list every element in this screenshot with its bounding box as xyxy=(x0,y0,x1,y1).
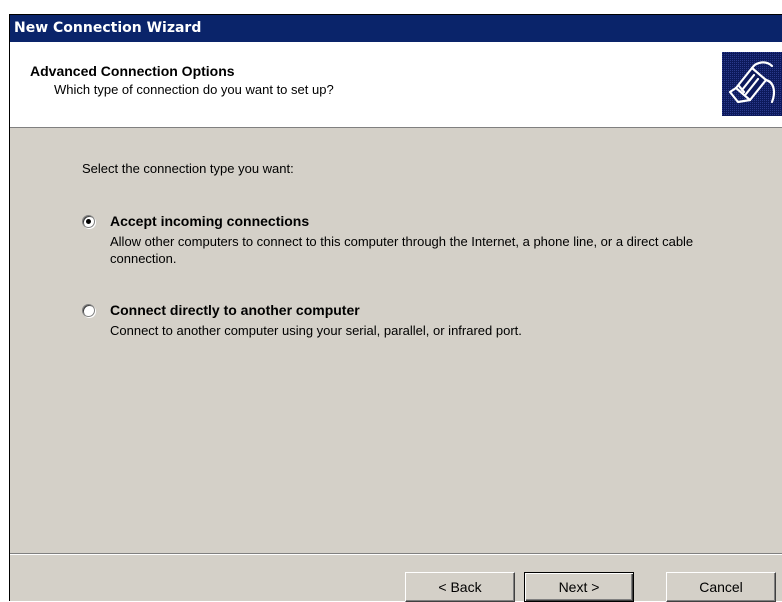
radio-connect-directly[interactable] xyxy=(82,304,95,317)
page-subtitle: Which type of connection do you want to … xyxy=(54,82,334,97)
connection-type-prompt: Select the connection type you want: xyxy=(82,161,294,176)
network-cable-icon xyxy=(722,52,782,116)
footer-divider xyxy=(10,553,782,555)
page-title: Advanced Connection Options xyxy=(30,63,235,79)
option-accept-incoming-label[interactable]: Accept incoming connections xyxy=(110,213,309,229)
option-accept-incoming-description: Allow other computers to connect to this… xyxy=(110,234,694,266)
option-connect-directly-label[interactable]: Connect directly to another computer xyxy=(110,302,360,318)
wizard-header: Advanced Connection Options Which type o… xyxy=(10,42,782,128)
back-button[interactable]: < Back xyxy=(405,572,515,602)
option-connect-directly-description: Connect to another computer using your s… xyxy=(110,323,522,338)
next-button[interactable]: Next > xyxy=(524,572,634,602)
cancel-button[interactable]: Cancel xyxy=(666,572,776,602)
radio-accept-incoming[interactable] xyxy=(82,215,95,228)
window-title: New Connection Wizard xyxy=(14,20,202,36)
wizard-window: New Connection Wizard Advanced Connectio… xyxy=(9,14,782,602)
window-title-bar[interactable]: New Connection Wizard xyxy=(10,15,782,42)
